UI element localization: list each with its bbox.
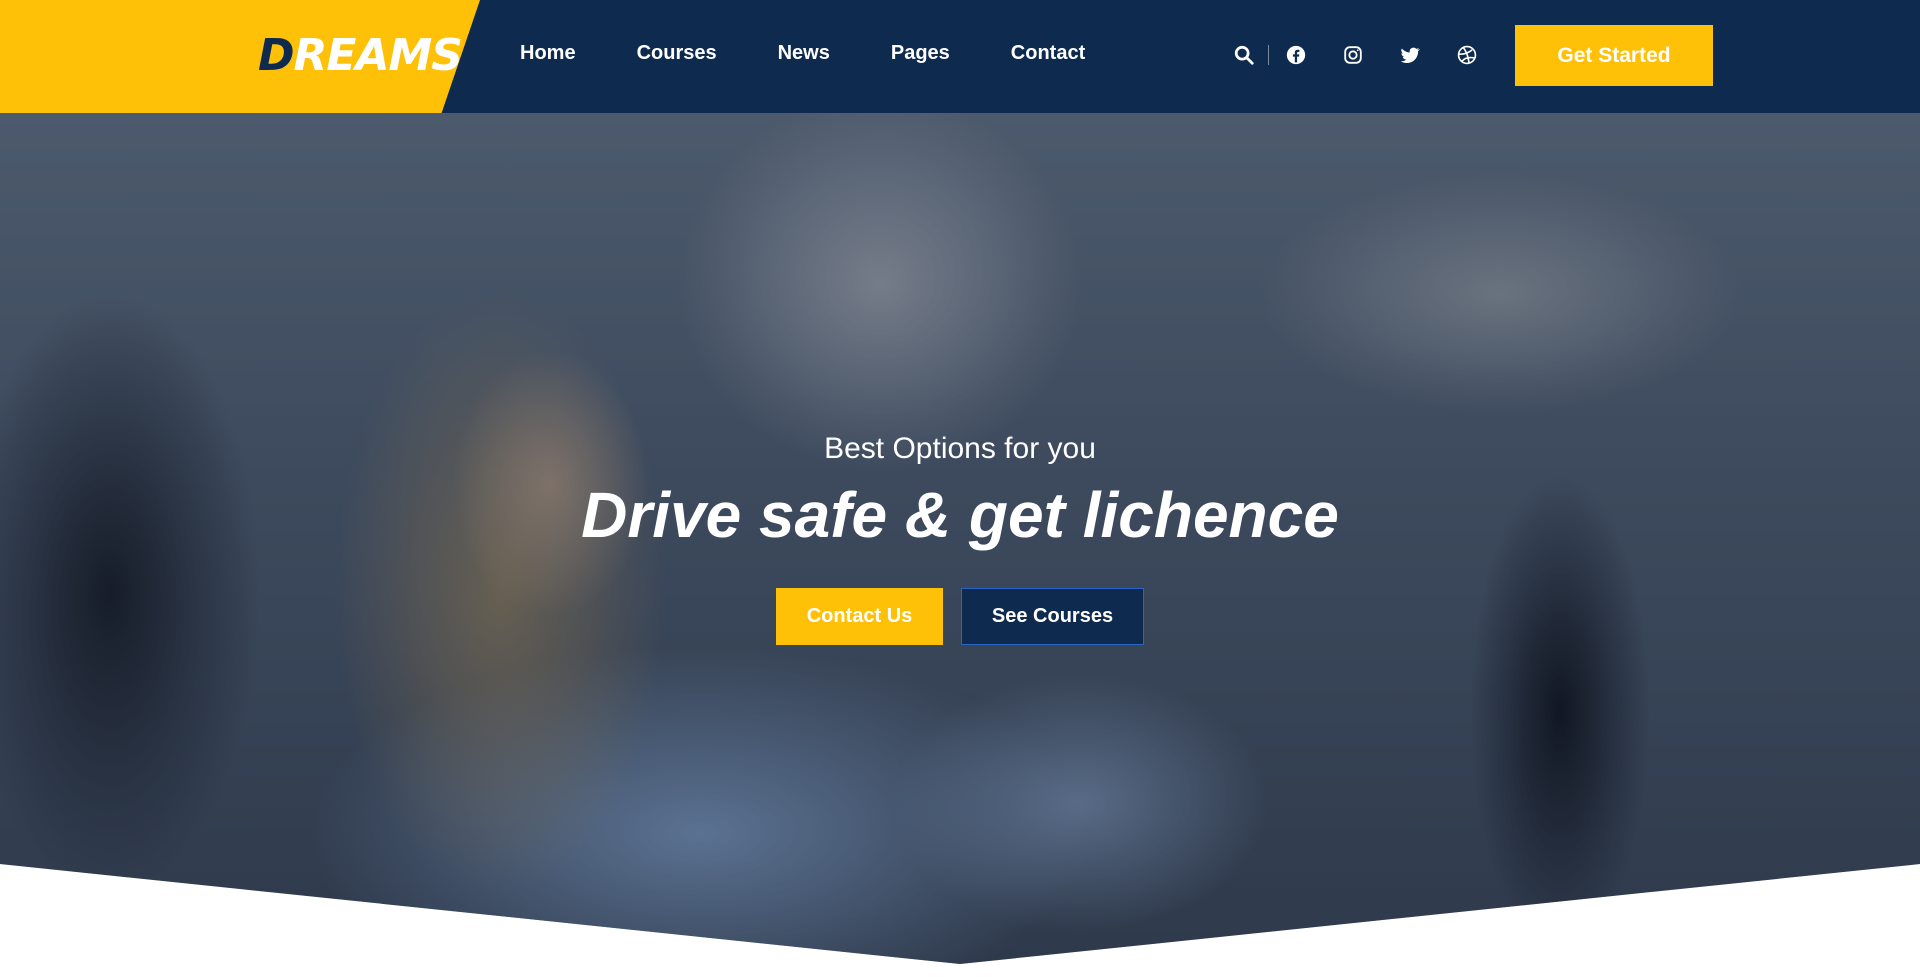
- instagram-icon[interactable]: [1341, 43, 1365, 67]
- nav-item-pages[interactable]: Pages: [891, 42, 950, 65]
- dribbble-icon[interactable]: [1455, 43, 1479, 67]
- logo-initial: D: [258, 30, 295, 81]
- logo[interactable]: DREAMS: [258, 30, 463, 82]
- nav-item-news[interactable]: News: [778, 42, 830, 65]
- logo-wordmark: REAMS: [293, 30, 463, 81]
- hero-title: Drive safe & get lichence: [581, 479, 1339, 551]
- nav-item-contact[interactable]: Contact: [1011, 42, 1085, 65]
- nav-item-home[interactable]: Home: [520, 42, 576, 65]
- facebook-icon[interactable]: [1284, 43, 1308, 67]
- search-icon[interactable]: [1232, 43, 1256, 67]
- contact-us-button[interactable]: Contact Us: [776, 588, 943, 645]
- hero-section: Best Options for you Drive safe & get li…: [0, 113, 1920, 977]
- twitter-icon[interactable]: [1398, 43, 1422, 67]
- icon-divider: [1268, 45, 1269, 65]
- site-header: DREAMS Home Courses News Pages Contact G…: [0, 0, 1920, 113]
- hero-buttons: Contact Us See Courses: [776, 588, 1144, 645]
- nav-item-courses[interactable]: Courses: [637, 42, 717, 65]
- see-courses-button[interactable]: See Courses: [961, 588, 1144, 645]
- hero-subtitle: Best Options for you: [824, 432, 1096, 465]
- get-started-button[interactable]: Get Started: [1515, 25, 1713, 86]
- main-nav: Home Courses News Pages Contact: [520, 0, 1146, 106]
- header-icons: [1232, 40, 1479, 70]
